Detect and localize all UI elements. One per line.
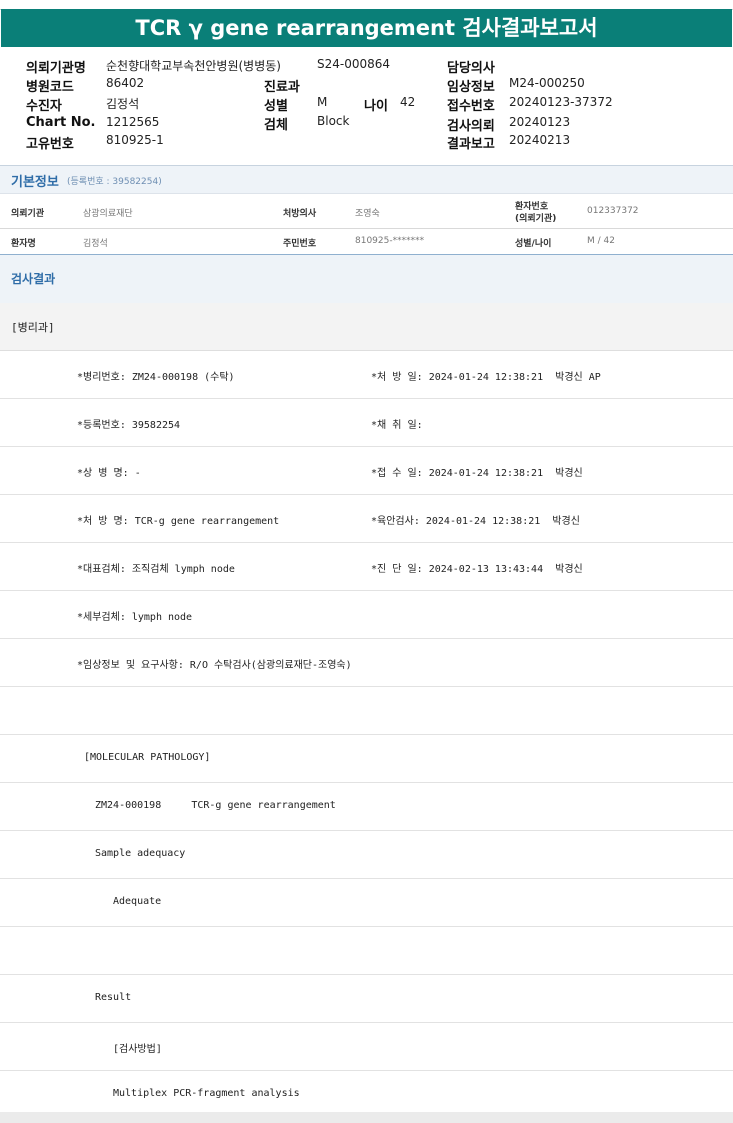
- result-row: *세부검체: lymph node: [0, 591, 733, 639]
- result-date-text: *육안검사: 2024-01-24 12:38:21 박경신: [371, 516, 580, 527]
- request-date-label: 검사의뢰: [447, 119, 495, 134]
- basic-info-title: 기본정보: [11, 175, 59, 190]
- patient-name-value: 김정석: [83, 239, 108, 249]
- receipt-no-label: 접수번호: [447, 99, 495, 114]
- result-text: *처 방 명: TCR-g gene rearrangement: [77, 516, 280, 527]
- receipt-no-value: 20240123-37372: [509, 95, 613, 109]
- institution-label: 의뢰기관명: [26, 61, 86, 76]
- result-text: Result: [95, 992, 132, 1003]
- result-text: [검사방법]: [113, 1044, 162, 1055]
- result-row: Adequate: [0, 879, 733, 927]
- result-date-text: *진 단 일: 2024-02-13 13:43:44 박경신: [371, 564, 583, 575]
- hospital-code-label: 병원코드: [26, 80, 74, 95]
- sex-age-label: 성별/나이: [515, 239, 552, 249]
- result-text: *대표검체: 조직검체 lymph node: [77, 564, 235, 575]
- result-row: Multiplex PCR-fragment analysis: [0, 1071, 733, 1113]
- doctor-label: 담당의사: [447, 61, 495, 76]
- result-row: [MOLECULAR PATHOLOGY]: [0, 735, 733, 783]
- registration-number: (등록번호 : 39582254): [67, 177, 162, 187]
- age-value: 42: [400, 95, 416, 109]
- result-text: *병리번호: ZM24-000198 (수탁): [77, 372, 235, 383]
- result-row: [검사방법]: [0, 1023, 733, 1071]
- result-date-text: *처 방 일: 2024-01-24 12:38:21 박경신 AP: [371, 372, 601, 383]
- results-header: 검사결과: [0, 254, 733, 304]
- results-title: 검사결과: [11, 272, 56, 286]
- clinical-info-label: 임상정보: [447, 80, 495, 95]
- department-name: [병리과]: [11, 321, 55, 334]
- result-text: *임상정보 및 요구사항: R/O 수탁검사(삼광의료재단-조영숙): [77, 660, 352, 671]
- result-text: *상 병 명: -: [77, 468, 141, 479]
- department-row: [병리과]: [0, 303, 733, 351]
- result-row-empty: [0, 927, 733, 975]
- institution-value: 순천향대학교부속천안병원(병병동): [106, 59, 281, 73]
- chart-no-value: 1212565: [106, 115, 160, 129]
- unique-no-value: 810925-1: [106, 133, 164, 147]
- result-text: Multiplex PCR-fragment analysis: [113, 1088, 300, 1099]
- prescribing-doctor-label: 처방의사: [283, 209, 317, 219]
- report-title: TCR γ gene rearrangement 검사결과보고서: [1, 9, 732, 47]
- basic-info-header: 기본정보 (등록번호 : 39582254): [0, 165, 733, 194]
- report-date-value: 20240213: [509, 133, 571, 147]
- patient-name-label: 환자명: [11, 239, 36, 249]
- result-text: [MOLECULAR PATHOLOGY]: [84, 752, 211, 763]
- result-date-text: *채 취 일:: [371, 420, 423, 431]
- hospital-code-value: 86402: [106, 76, 145, 90]
- prescribing-doctor-value: 조영숙: [355, 209, 380, 219]
- resident-number-value: 810925-*******: [355, 236, 425, 246]
- specimen-label: 검체: [264, 118, 288, 133]
- result-text: *등록번호: 39582254: [77, 420, 181, 431]
- result-row: *대표검체: 조직검체 lymph node *진 단 일: 2024-02-1…: [0, 543, 733, 591]
- unique-no-label: 고유번호: [26, 137, 74, 152]
- patient-number-value: 012337372: [587, 206, 639, 216]
- result-row: *임상정보 및 요구사항: R/O 수탁검사(삼광의료재단-조영숙): [0, 639, 733, 687]
- basic-info-divider: [0, 228, 733, 229]
- result-row-empty: [0, 687, 733, 735]
- clinical-info-value: M24-000250: [509, 76, 585, 90]
- result-text: Adequate: [113, 896, 162, 907]
- sex-value: M: [317, 95, 328, 109]
- result-text: Sample adequacy: [95, 848, 186, 859]
- result-row: Sample adequacy: [0, 831, 733, 879]
- patient-number-sublabel: (의뢰기관): [515, 214, 557, 224]
- result-text: ZM24-000198 TCR-g gene rearrangement: [95, 800, 336, 811]
- result-row: *처 방 명: TCR-g gene rearrangement *육안검사: …: [0, 495, 733, 543]
- patient-label: 수진자: [26, 99, 62, 114]
- resident-number-label: 주민번호: [283, 239, 317, 249]
- result-row: *등록번호: 39582254 *채 취 일:: [0, 399, 733, 447]
- sex-age-value: M / 42: [587, 236, 615, 246]
- result-row: *병리번호: ZM24-000198 (수탁) *처 방 일: 2024-01-…: [0, 351, 733, 399]
- patient-value: 김정석: [106, 97, 140, 111]
- result-text: *세부검체: lymph node: [77, 612, 193, 623]
- bottom-strip: [0, 1112, 733, 1123]
- requesting-institution-label: 의뢰기관: [11, 209, 45, 219]
- chart-no-label: Chart No.: [26, 115, 96, 130]
- department-label: 진료과: [264, 80, 300, 95]
- result-date-text: *접 수 일: 2024-01-24 12:38:21 박경신: [371, 468, 583, 479]
- requesting-institution-value: 삼광의료재단: [83, 209, 133, 219]
- request-date-value: 20240123: [509, 115, 571, 129]
- specimen-value: Block: [317, 114, 350, 128]
- result-row: *상 병 명: - *접 수 일: 2024-01-24 12:38:21 박경…: [0, 447, 733, 495]
- sex-label: 성별: [264, 99, 288, 114]
- result-row: ZM24-000198 TCR-g gene rearrangement: [0, 783, 733, 831]
- report-date-label: 결과보고: [447, 137, 495, 152]
- institution-code-value: S24-000864: [317, 57, 391, 71]
- result-row: Result: [0, 975, 733, 1023]
- age-label: 나이: [364, 99, 388, 114]
